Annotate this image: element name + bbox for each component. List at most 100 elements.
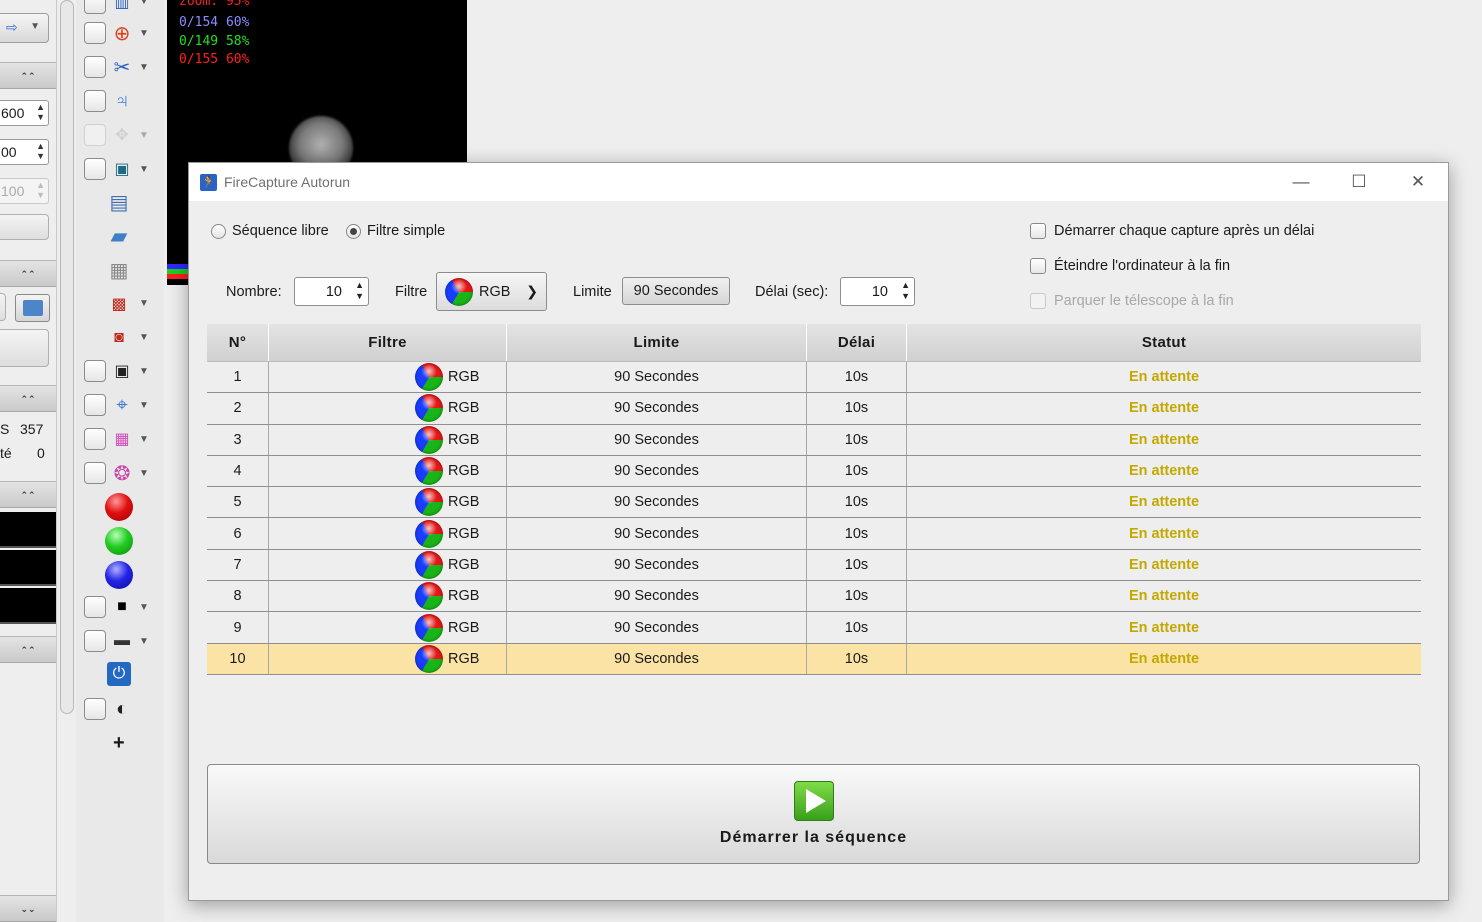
header-status[interactable]: Statut xyxy=(907,324,1421,361)
free-sequence-radio[interactable]: Séquence libre xyxy=(211,223,329,239)
dropdown-arrow-icon[interactable]: ▼ xyxy=(139,602,149,613)
dropdown-arrow-icon[interactable]: ▼ xyxy=(139,468,149,479)
collapse-section-button[interactable]: ⌃⌃ xyxy=(0,481,56,508)
tool-checkbox[interactable] xyxy=(84,158,106,180)
tool-checkbox[interactable] xyxy=(84,698,106,720)
target-icon[interactable]: ◙ xyxy=(107,326,131,350)
add-tool-button[interactable]: + xyxy=(113,732,125,755)
color-balance-icon[interactable]: ❂ xyxy=(110,461,134,485)
blank-button[interactable] xyxy=(0,214,49,240)
tool-checkbox[interactable] xyxy=(84,630,106,652)
filter-select[interactable]: RGB ❯ xyxy=(436,272,547,311)
spin-arrows-icon[interactable]: ▲ ▼ xyxy=(36,102,45,122)
maximize-button[interactable]: ☐ xyxy=(1330,163,1388,201)
camera-settings-button[interactable] xyxy=(15,294,50,322)
dropdown-arrow-icon[interactable]: ▼ xyxy=(139,164,149,175)
limit-button[interactable]: 90 Secondes xyxy=(622,277,730,305)
header-filter[interactable]: Filtre xyxy=(269,324,507,361)
color-grid-icon[interactable]: ▦ xyxy=(110,427,134,451)
tool-checkbox[interactable] xyxy=(84,394,106,416)
dropdown-arrow-icon[interactable]: ▼ xyxy=(139,400,149,411)
count-spinner[interactable]: 10 ▲ ▼ xyxy=(294,277,369,306)
table-row[interactable]: 5 RGB 90 Secondes 10s En attente xyxy=(207,487,1421,519)
collapse-section-button[interactable]: ⌃⌃ xyxy=(0,385,56,412)
rgb-filter-icon xyxy=(415,644,443,673)
dropdown-arrow-icon[interactable]: ▼ xyxy=(139,0,149,7)
table-row[interactable]: 6 RGB 90 Secondes 10s En attente xyxy=(207,518,1421,550)
header-delay[interactable]: Délai xyxy=(807,324,907,361)
roi-icon[interactable]: ▩ xyxy=(107,292,131,316)
counter-icon[interactable]: ▣ xyxy=(110,359,134,383)
checkbox-box[interactable] xyxy=(1030,258,1046,274)
table-row[interactable]: 8 RGB 90 Secondes 10s En attente xyxy=(207,581,1421,613)
trash-icon[interactable]: ▦ xyxy=(107,258,131,282)
dropdown-arrow-icon[interactable]: ▼ xyxy=(139,332,149,343)
red-channel-icon[interactable] xyxy=(105,493,133,521)
collapse-section-button[interactable]: ⌃⌃ xyxy=(0,260,56,287)
tool-checkbox xyxy=(84,124,106,146)
table-row[interactable]: 1 RGB 90 Secondes 10s En attente xyxy=(207,362,1421,394)
shutdown-checkbox[interactable]: Éteindre l'ordinateur à la fin xyxy=(1030,258,1230,274)
delay-spinner[interactable]: 10 ▲ ▼ xyxy=(840,277,915,306)
blank-button[interactable] xyxy=(0,293,6,321)
delay-start-checkbox[interactable]: Démarrer chaque capture après un délai xyxy=(1030,223,1314,239)
film-icon[interactable]: ▤ xyxy=(107,190,131,214)
header-limit[interactable]: Limite xyxy=(507,324,807,361)
dropdown-arrow-icon[interactable]: ▼ xyxy=(139,298,149,309)
close-button[interactable]: ✕ xyxy=(1389,163,1447,201)
dialog-titlebar[interactable]: 🏃 FireCapture Autorun — ☐ ✕ xyxy=(189,163,1448,201)
tool-checkbox[interactable] xyxy=(84,90,106,112)
flat-frame-icon[interactable]: ▬ xyxy=(110,629,134,653)
cell-status: En attente xyxy=(1128,463,1200,480)
folder-icon[interactable]: ▰ xyxy=(107,223,131,248)
blank-button[interactable] xyxy=(0,329,49,367)
power-icon[interactable]: ⏻ xyxy=(107,662,131,686)
dropdown-arrow-icon[interactable]: ▼ xyxy=(139,636,149,647)
green-channel-icon[interactable] xyxy=(105,527,133,555)
table-row[interactable]: 9 RGB 90 Secondes 10s En attente xyxy=(207,612,1421,644)
spinner-arrows-icon[interactable]: ▲ ▼ xyxy=(901,280,910,302)
tool-checkbox[interactable] xyxy=(84,596,106,618)
minimize-button[interactable]: — xyxy=(1272,163,1330,201)
collapse-section-button[interactable]: ⌃⌃ xyxy=(0,62,56,89)
spinner-arrows-icon[interactable]: ▲ ▼ xyxy=(355,280,364,302)
table-row[interactable]: 2 RGB 90 Secondes 10s En attente xyxy=(207,393,1421,425)
black-rect-icon[interactable]: ■ xyxy=(110,595,134,619)
collapse-section-button[interactable]: ⌃⌃ xyxy=(0,636,56,663)
spin-arrows-icon[interactable]: ▲ ▼ xyxy=(36,141,45,161)
tool-checkbox[interactable] xyxy=(84,360,106,382)
spin-field[interactable]: 600 ▲ ▼ xyxy=(0,100,49,126)
spin-field[interactable]: 00 ▲ ▼ xyxy=(0,139,49,165)
dropdown-arrow-icon[interactable]: ▼ xyxy=(139,434,149,445)
radio-indicator[interactable] xyxy=(211,223,226,239)
dropdown-arrow-icon[interactable]: ▼ xyxy=(139,28,149,39)
expand-section-button[interactable]: ⌄⌄ xyxy=(0,895,56,922)
table-row[interactable]: 3 RGB 90 Secondes 10s En attente xyxy=(207,424,1421,456)
crosshair-icon[interactable]: ⊕ xyxy=(110,21,134,45)
histogram-icon[interactable]: ▥ xyxy=(110,0,134,14)
left-panel-scrollbar[interactable] xyxy=(60,0,74,714)
tool-checkbox[interactable] xyxy=(84,56,106,78)
firecapture-runner-icon: 🏃 xyxy=(200,173,217,191)
simple-filter-radio[interactable]: Filtre simple xyxy=(346,223,445,239)
jupiter-symbol-icon[interactable]: ♃ xyxy=(110,89,134,113)
header-number[interactable]: N° xyxy=(207,324,269,361)
radio-indicator[interactable] xyxy=(346,223,361,239)
start-sequence-button[interactable]: Démarrer la séquence xyxy=(207,764,1420,864)
blue-channel-icon[interactable] xyxy=(105,561,133,589)
dropdown-arrow-icon[interactable]: ▼ xyxy=(139,62,149,73)
table-row[interactable]: 7 RGB 90 Secondes 10s En attente xyxy=(207,549,1421,582)
tools-icon[interactable]: ✂ xyxy=(110,55,134,79)
tool-checkbox[interactable] xyxy=(84,428,106,450)
dropdown-arrow-icon[interactable]: ▼ xyxy=(139,366,149,377)
checkbox-box[interactable] xyxy=(1030,223,1046,239)
tool-checkbox[interactable] xyxy=(84,462,106,484)
table-row[interactable]: 10 RGB 90 Secondes 10s En attente xyxy=(207,643,1421,675)
monitor-graph-icon[interactable]: ▣ xyxy=(110,157,134,181)
contrast-icon[interactable]: ◐ xyxy=(110,697,134,721)
reticle-icon[interactable]: ⌖ xyxy=(110,393,134,417)
tool-checkbox[interactable] xyxy=(84,22,106,44)
tool-checkbox[interactable] xyxy=(84,0,106,14)
left-dropdown[interactable]: ⇨ ▼ xyxy=(0,13,49,43)
table-row[interactable]: 4 RGB 90 Secondes 10s En attente xyxy=(207,455,1421,488)
